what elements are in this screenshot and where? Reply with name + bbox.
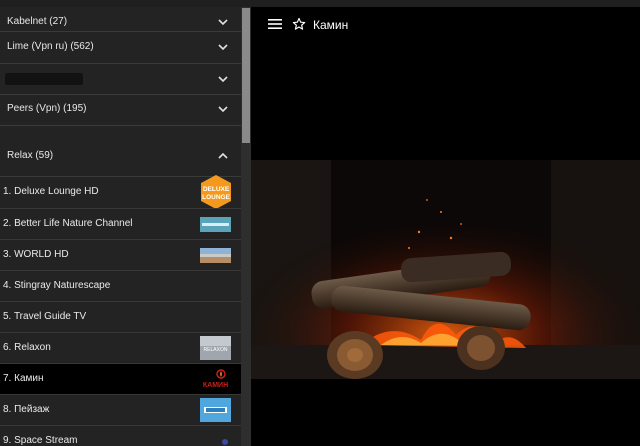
- video-player[interactable]: [251, 160, 640, 379]
- channel-label: 2. Better Life Nature Channel: [3, 218, 133, 229]
- chevron-down-icon: [218, 44, 228, 51]
- channel-label: 7. Камин: [3, 373, 44, 384]
- svg-text:КАМИН: КАМИН: [203, 382, 228, 389]
- star-outline-icon[interactable]: [292, 17, 306, 31]
- channel-item[interactable]: 6. Relaxon RELAXON: [0, 333, 241, 363]
- chevron-down-icon: [218, 106, 228, 113]
- fireplace-video-frame: [251, 160, 640, 379]
- group-label: Peers (Vpn) (195): [7, 103, 87, 114]
- divider: [0, 125, 241, 126]
- peyzazh-logo: [200, 398, 231, 422]
- channel-item[interactable]: 2. Better Life Nature Channel: [0, 209, 241, 239]
- hamburger-menu-icon[interactable]: [268, 18, 282, 30]
- svg-text:RELAXON: RELAXON: [204, 347, 228, 353]
- channel-item[interactable]: 5. Travel Guide TV: [0, 302, 241, 332]
- relaxon-logo: RELAXON: [200, 336, 231, 360]
- chevron-up-icon: [218, 152, 228, 159]
- channel-item[interactable]: 1. Deluxe Lounge HD DELUXE LOUNGE: [0, 175, 241, 209]
- svg-text:LOUNGE: LOUNGE: [202, 194, 230, 201]
- group-label: Relax (59): [7, 150, 54, 161]
- window-titlebar: [0, 0, 640, 7]
- channel-label: 9. Space Stream: [3, 435, 78, 446]
- player-header: [251, 7, 640, 43]
- channel-item[interactable]: 9. Space Stream: [0, 426, 241, 446]
- channel-label: 6. Relaxon: [3, 342, 51, 353]
- sidebar-channel-list[interactable]: Kabelnet (27) Lime (Vpn ru) (562) Peers …: [0, 7, 251, 446]
- better-life-logo: [200, 217, 231, 232]
- world-hd-logo: [200, 248, 231, 263]
- channel-title: Камин: [313, 18, 349, 32]
- sidebar-scrollbar-thumb[interactable]: [242, 8, 250, 143]
- group-label: Lime (Vpn ru) (562): [7, 41, 94, 52]
- group-label: Kabelnet (27): [7, 16, 68, 27]
- kamin-logo: КАМИН: [203, 369, 228, 389]
- channel-item[interactable]: 3. WORLD HD: [0, 240, 241, 270]
- channel-label: 4. Stingray Naturescape: [3, 280, 111, 291]
- space-stream-logo: [222, 439, 228, 445]
- channel-item[interactable]: 4. Stingray Naturescape: [0, 271, 241, 301]
- channel-label: 1. Deluxe Lounge HD: [3, 186, 99, 197]
- group-header-relax[interactable]: Relax (59): [0, 141, 241, 172]
- chevron-down-icon: [218, 19, 228, 26]
- chevron-down-icon: [218, 76, 228, 83]
- group-header-lime[interactable]: Lime (Vpn ru) (562): [0, 32, 241, 63]
- channel-label: 8. Пейзаж: [3, 404, 50, 415]
- channel-item[interactable]: 8. Пейзаж: [0, 395, 241, 425]
- channel-label: 5. Travel Guide TV: [3, 311, 87, 322]
- redacted-label: [5, 73, 83, 85]
- deluxe-lounge-logo: DELUXE LOUNGE: [201, 175, 231, 209]
- svg-text:DELUXE: DELUXE: [203, 186, 230, 193]
- channel-label: 3. WORLD HD: [3, 249, 69, 260]
- group-header-peers[interactable]: Peers (Vpn) (195): [0, 94, 241, 125]
- channel-item-selected[interactable]: 7. Камин КАМИН: [0, 364, 241, 394]
